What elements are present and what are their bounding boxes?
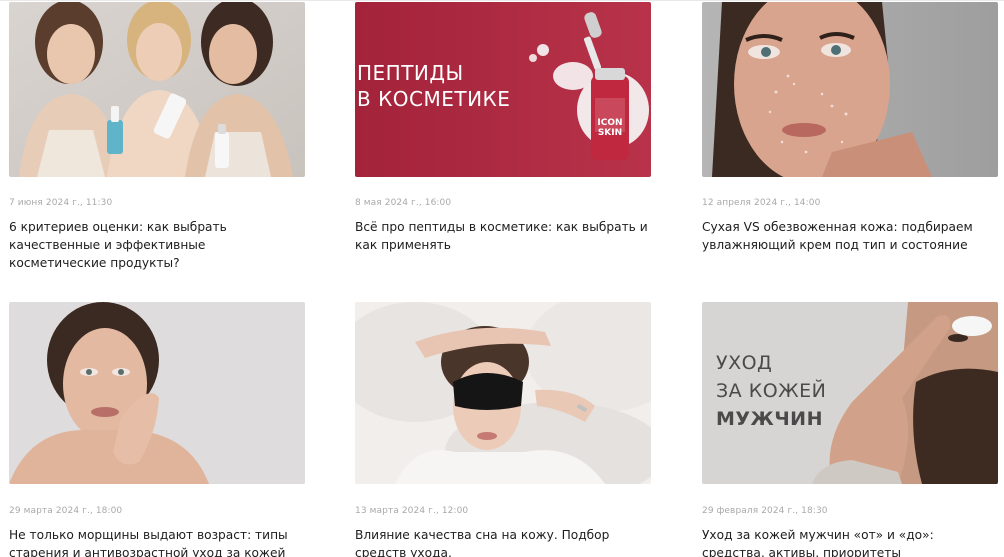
article-title-link[interactable]: Влияние качества сна на кожу. Подбор сре… [355,526,651,557]
article-date: 12 апреля 2024 г., 14:00 [702,198,821,208]
article-image-dry-skin-face[interactable] [702,2,998,177]
image-caption-line: УХОД [716,352,773,374]
image-caption-line: В КОСМЕТИКЕ [357,87,511,111]
article-title-link[interactable]: Уход за кожей мужчин «от» и «до»: средст… [702,526,998,557]
article-card[interactable]: ICON SKIN ПЕПТИДЫ В КОСМЕТИКЕ 8 мая 2024… [355,2,651,254]
article-title-link[interactable]: Сухая VS обезвоженная кожа: подбираем ув… [702,218,998,254]
article-image-sleeping-woman[interactable] [355,302,651,484]
article-title-link[interactable]: Не только морщины выдают возраст: типы с… [9,526,305,557]
article-title-link[interactable]: 6 критериев оценки: как выбрать качестве… [9,218,305,272]
image-caption-line: ЗА КОЖЕЙ [716,380,827,402]
article-image-peptides[interactable]: ICON SKIN ПЕПТИДЫ В КОСМЕТИКЕ [355,2,651,177]
article-card[interactable]: 12 апреля 2024 г., 14:00 Сухая VS обезво… [702,2,998,254]
article-date: 29 февраля 2024 г., 18:30 [702,506,828,516]
blog-article-grid: 7 июня 2024 г., 11:30 6 критериев оценки… [0,0,1004,557]
image-caption-line: ПЕПТИДЫ [357,61,464,85]
image-caption: УХОД ЗА КОЖЕЙ МУЖЧИН [716,349,826,433]
article-image-men-skincare[interactable]: УХОД ЗА КОЖЕЙ МУЖЧИН [702,302,998,484]
divider [0,0,1004,1]
article-card[interactable]: 29 марта 2024 г., 18:00 Не только морщин… [9,302,305,557]
article-date: 8 мая 2024 г., 16:00 [355,198,452,208]
bottle-brand-line1: ICON [597,118,622,128]
bottle-brand-line2: SKIN [598,128,622,138]
image-caption-line: МУЖЧИН [716,408,823,430]
article-title-link[interactable]: Всё про пептиды в косметике: как выбрать… [355,218,651,254]
article-date: 29 марта 2024 г., 18:00 [9,506,123,516]
article-date: 7 июня 2024 г., 11:30 [9,198,113,208]
article-image-three-women-skincare[interactable] [9,2,305,177]
article-card[interactable]: 13 марта 2024 г., 12:00 Влияние качества… [355,302,651,557]
image-caption: ПЕПТИДЫ В КОСМЕТИКЕ [357,60,510,112]
article-date: 13 марта 2024 г., 12:00 [355,506,469,516]
article-card[interactable]: УХОД ЗА КОЖЕЙ МУЖЧИН 29 февраля 2024 г.,… [702,302,998,557]
article-card[interactable]: 7 июня 2024 г., 11:30 6 критериев оценки… [9,2,305,272]
article-image-mature-woman[interactable] [9,302,305,484]
